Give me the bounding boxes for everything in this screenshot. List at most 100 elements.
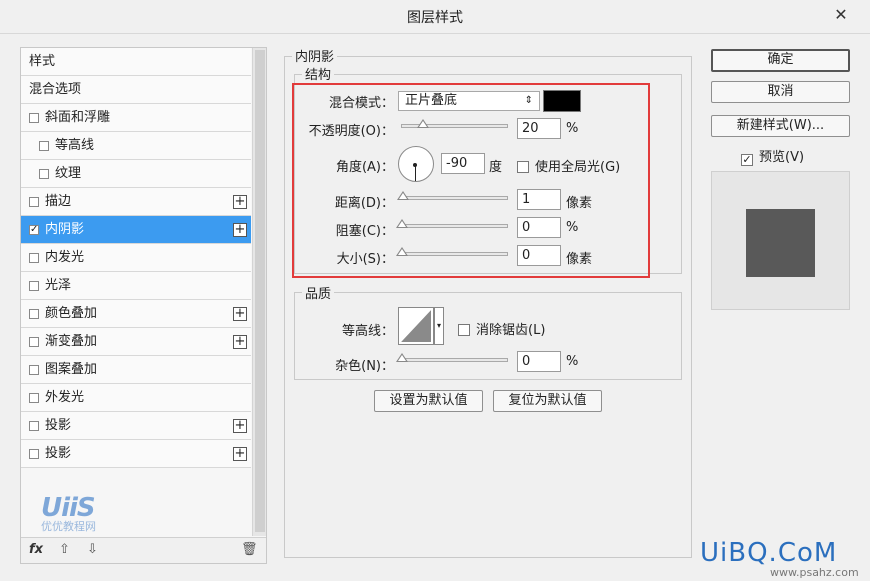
style-item[interactable]: 内发光 (21, 244, 251, 272)
add-icon[interactable]: + (233, 223, 247, 237)
style-item[interactable]: 投影 + (21, 412, 251, 440)
style-item-checkbox[interactable] (29, 393, 39, 403)
style-item-checkbox[interactable] (39, 141, 49, 151)
distance-unit: 像素 (566, 196, 593, 211)
opacity-slider-thumb[interactable] (417, 119, 429, 128)
fx-icon[interactable]: fx (29, 542, 43, 557)
style-item-checkbox[interactable] (29, 281, 39, 291)
choke-label: 阻塞(C)： (335, 224, 394, 239)
blend-mode-select[interactable]: 正片叠底 ⇕ (398, 91, 540, 111)
style-item[interactable]: ✓ 内阴影 + (21, 216, 251, 244)
opacity-slider[interactable] (401, 119, 508, 128)
angle-dial-center (413, 163, 417, 167)
global-light-checkbox[interactable]: 使用全局光(G) (517, 156, 620, 175)
style-item[interactable]: 颜色叠加 + (21, 300, 251, 328)
style-item-label: 描边 (45, 194, 72, 209)
style-item-label: 混合选项 (29, 82, 82, 97)
style-item[interactable]: 光泽 (21, 272, 251, 300)
style-item-checkbox[interactable] (29, 113, 39, 123)
style-item-label: 图案叠加 (45, 362, 98, 377)
size-unit: 像素 (566, 252, 593, 267)
style-item-label: 光泽 (45, 278, 72, 293)
noise-slider-thumb[interactable] (396, 353, 408, 362)
preview-box[interactable]: ✓ (741, 154, 753, 166)
angle-input[interactable]: -90 (441, 153, 485, 174)
site-watermark-url: www.psahz.com (770, 566, 859, 579)
style-item[interactable]: 投影 + (21, 440, 251, 468)
style-item-label: 等高线 (55, 138, 95, 153)
style-item[interactable]: 混合选项 (21, 76, 251, 104)
opacity-input[interactable]: 20 (517, 118, 561, 139)
close-icon[interactable]: ✕ (828, 4, 854, 26)
global-light-box[interactable] (517, 161, 529, 173)
noise-label: 杂色(N)： (335, 359, 394, 374)
size-input[interactable]: 0 (517, 245, 561, 266)
style-item-checkbox[interactable] (29, 337, 39, 347)
style-item-checkbox[interactable] (39, 169, 49, 179)
size-slider-thumb[interactable] (396, 247, 408, 256)
inner-shadow-title: 内阴影 (292, 46, 338, 65)
preview-checkbox[interactable]: ✓ 预览(V) (741, 146, 804, 166)
style-item-checkbox[interactable] (29, 309, 39, 319)
choke-slider[interactable] (396, 219, 508, 228)
distance-slider[interactable] (397, 191, 508, 200)
set-default-button[interactable]: 设置为默认值 (374, 390, 483, 412)
contour-picker[interactable] (398, 307, 434, 345)
antialias-box[interactable] (458, 324, 470, 336)
trash-icon[interactable]: 🗑 (241, 542, 258, 557)
title-bar: 图层样式 ✕ (0, 0, 870, 34)
add-icon[interactable]: + (233, 307, 247, 321)
distance-label: 距离(D)： (334, 196, 394, 211)
style-item-checkbox[interactable] (29, 197, 39, 207)
style-item[interactable]: 描边 + (21, 188, 251, 216)
add-icon[interactable]: + (233, 195, 247, 209)
style-item-checkbox[interactable] (29, 421, 39, 431)
style-item[interactable]: 等高线 (21, 132, 251, 160)
styles-scroll-thumb[interactable] (255, 50, 265, 532)
move-up-icon[interactable]: ⇧ (59, 542, 70, 557)
angle-dial[interactable] (398, 146, 434, 182)
style-item-checkbox[interactable]: ✓ (29, 225, 39, 235)
add-icon[interactable]: + (233, 419, 247, 433)
style-item[interactable]: 样式 (21, 48, 251, 76)
ok-button[interactable]: 确定 (711, 49, 850, 72)
reset-default-button[interactable]: 复位为默认值 (493, 390, 602, 412)
style-item[interactable]: 外发光 (21, 384, 251, 412)
style-item-label: 投影 (45, 418, 72, 433)
contour-dropdown[interactable]: ▾ (434, 307, 444, 345)
caret-down-icon: ▾ (436, 321, 441, 330)
angle-unit: 度 (489, 160, 503, 175)
move-down-icon[interactable]: ⇩ (87, 542, 98, 557)
preview-area (711, 171, 850, 310)
style-item-label: 内阴影 (45, 222, 85, 237)
style-item-checkbox[interactable] (29, 449, 39, 459)
global-light-label: 使用全局光(G) (535, 160, 621, 175)
contour-linear-icon (401, 310, 431, 342)
add-icon[interactable]: + (233, 447, 247, 461)
style-item[interactable]: 图案叠加 (21, 356, 251, 384)
style-item-label: 内发光 (45, 250, 85, 265)
style-item[interactable]: 斜面和浮雕 (21, 104, 251, 132)
noise-input[interactable]: 0 (517, 351, 561, 372)
style-item[interactable]: 渐变叠加 + (21, 328, 251, 356)
styles-scrollbar[interactable] (252, 48, 266, 536)
noise-slider[interactable] (396, 353, 508, 362)
add-icon[interactable]: + (233, 335, 247, 349)
shadow-color-swatch[interactable] (543, 90, 581, 112)
antialias-checkbox[interactable]: 消除锯齿(L) (458, 319, 545, 338)
style-item-label: 外发光 (45, 390, 85, 405)
distance-input[interactable]: 1 (517, 189, 561, 210)
size-slider[interactable] (396, 247, 508, 256)
styles-list: 样式混合选项斜面和浮雕等高线纹理描边 + ✓ 内阴影 + 内发光光泽颜色叠加 + 渐变叠加 + 图… (21, 48, 251, 468)
choke-slider-thumb[interactable] (396, 219, 408, 228)
new-style-button[interactable]: 新建样式(W)... (711, 115, 850, 137)
window-title: 图层样式 (407, 10, 463, 26)
blend-mode-label: 混合模式： (328, 96, 394, 111)
choke-input[interactable]: 0 (517, 217, 561, 238)
chevron-updown-icon: ⇕ (524, 95, 533, 106)
style-item[interactable]: 纹理 (21, 160, 251, 188)
distance-slider-thumb[interactable] (397, 191, 410, 200)
style-item-checkbox[interactable] (29, 365, 39, 375)
style-item-checkbox[interactable] (29, 253, 39, 263)
cancel-button[interactable]: 取消 (711, 81, 850, 103)
